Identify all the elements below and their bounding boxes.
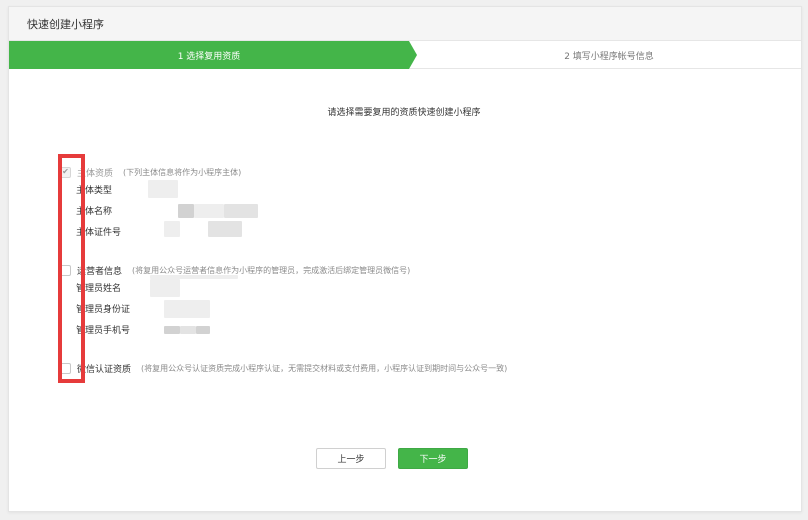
blurred-value	[194, 204, 224, 218]
blurred-value	[178, 204, 194, 218]
field-admin-id: 管理员身份证	[60, 298, 410, 319]
field-label: 主体证件号	[76, 228, 122, 238]
field-entity-id: 主体证件号	[60, 221, 242, 242]
field-label: 主体名称	[76, 207, 113, 217]
field-entity-type: 主体类型	[60, 179, 241, 200]
verification-title: 微信认证资质	[77, 364, 132, 375]
step-indicator: 1 选择复用资质 2 填写小程序帐号信息	[9, 41, 801, 69]
blurred-value	[164, 221, 180, 237]
field-admin-phone: 管理员手机号	[60, 319, 410, 340]
field-admin-name: 管理员姓名	[60, 275, 410, 298]
dialog-header: 快速创建小程序	[9, 7, 801, 41]
step-2-inactive: 2 填写小程序帐号信息	[417, 41, 801, 69]
field-label: 管理员身份证	[76, 305, 131, 315]
operator-description: (将复用公众号运营者信息作为小程序的管理员，完成激活后绑定管理员微信号)	[132, 265, 411, 275]
intro-text: 请选择需要复用的资质快速创建小程序	[327, 108, 481, 118]
step-2-label: 2 填写小程序帐号信息	[564, 51, 654, 62]
field-entity-name: 主体名称	[60, 200, 258, 221]
dialog-title: 快速创建小程序	[27, 17, 104, 31]
blurred-value	[164, 300, 210, 318]
blurred-value	[180, 326, 196, 334]
section-entity-qualification: ✔ 主体资质 (下列主体信息将作为小程序主体) 主体类型 主体名称 主体证件号	[60, 165, 258, 242]
section-head-verification: 微信认证资质 (将复用公众号认证资质完成小程序认证，无需提交材料或支付费用，小程…	[60, 361, 507, 375]
step-1-label: 1 选择复用资质	[177, 51, 241, 62]
section-wechat-verification: 微信认证资质 (将复用公众号认证资质完成小程序认证，无需提交材料或支付费用，小程…	[60, 361, 507, 375]
blurred-value	[224, 204, 258, 218]
create-miniprogram-dialog: 快速创建小程序 1 选择复用资质 2 填写小程序帐号信息	[8, 6, 802, 512]
section-head-entity: ✔ 主体资质 (下列主体信息将作为小程序主体)	[60, 165, 241, 179]
step-arrow	[409, 41, 417, 69]
blurred-value	[150, 279, 180, 297]
section-operator-info: 运营者信息 (将复用公众号运营者信息作为小程序的管理员，完成激活后绑定管理员微信…	[60, 263, 410, 340]
blurred-value	[164, 326, 180, 334]
blurred-value	[148, 180, 178, 198]
entity-description: (下列主体信息将作为小程序主体)	[123, 167, 242, 177]
prev-button[interactable]: 上一步	[316, 448, 386, 469]
blurred-value	[196, 326, 210, 334]
field-label: 管理员手机号	[76, 326, 131, 336]
blurred-value	[208, 221, 242, 237]
next-button[interactable]: 下一步	[398, 448, 468, 469]
step-1-active: 1 选择复用资质	[9, 41, 409, 69]
verification-description: (将复用公众号认证资质完成小程序认证，无需提交材料或支付费用，小程序认证到期时间…	[141, 363, 508, 373]
highlight-box	[58, 154, 85, 383]
